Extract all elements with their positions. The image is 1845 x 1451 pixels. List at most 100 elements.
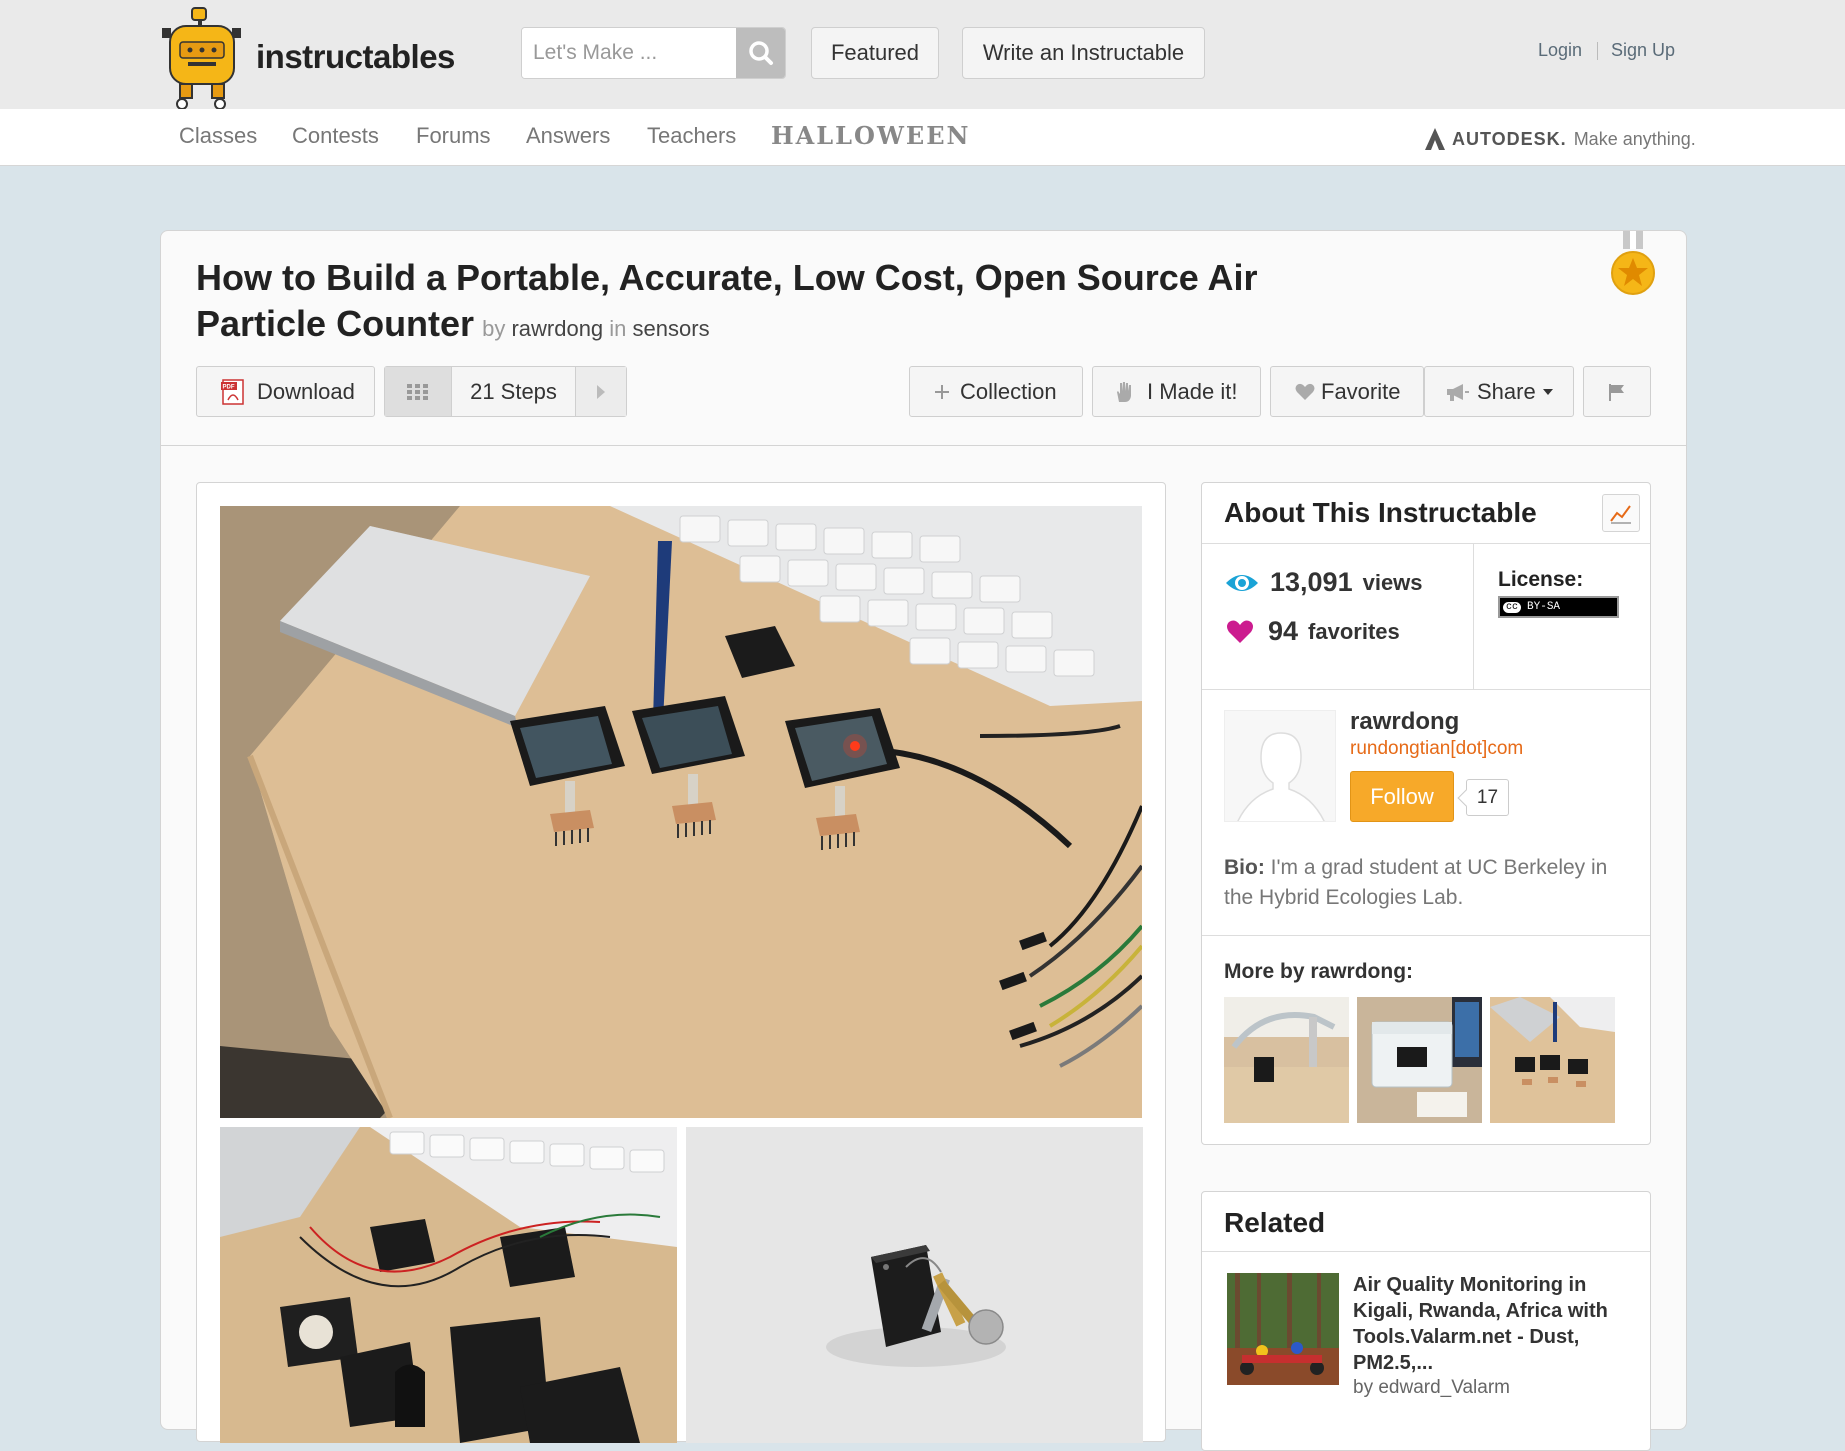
next-step-button[interactable] <box>576 367 626 416</box>
caret-down-icon <box>1542 388 1554 396</box>
steps-count-button[interactable]: 21 Steps <box>452 367 576 416</box>
license-type: BY-SA <box>1527 601 1561 613</box>
plus-icon <box>934 384 950 400</box>
about-heading: About This Instructable <box>1224 497 1537 528</box>
pdf-icon-label: PDF <box>223 384 235 390</box>
megaphone-icon <box>1445 382 1469 402</box>
search-icon <box>749 41 773 65</box>
more-thumb-2[interactable] <box>1357 997 1482 1123</box>
eye-icon <box>1226 574 1258 591</box>
favorite-button[interactable]: Favorite <box>1270 366 1424 417</box>
site-logo[interactable]: instructables <box>160 6 460 114</box>
favorite-label: Favorite <box>1321 378 1401 404</box>
in-word: in <box>609 316 627 341</box>
photo-parts[interactable] <box>220 1127 677 1443</box>
grid-icon <box>407 383 428 400</box>
favorites-label: favorites <box>1308 618 1400 644</box>
flag-button[interactable] <box>1583 366 1651 417</box>
featured-button[interactable]: Featured <box>811 27 939 79</box>
steps-grid-button[interactable] <box>385 367 452 416</box>
author-divider-top <box>1202 689 1650 690</box>
photo-device-keys[interactable] <box>686 1127 1143 1443</box>
follow-button[interactable]: Follow <box>1350 771 1454 822</box>
follower-count: 17 <box>1466 779 1509 816</box>
more-divider <box>1202 935 1650 936</box>
robot-logo-icon <box>162 7 241 110</box>
secondary-nav: Classes Contests Forums Answers Teachers… <box>0 109 1845 166</box>
nav-item-classes[interactable]: Classes <box>179 123 257 149</box>
image-gallery <box>196 482 1166 1443</box>
search-button[interactable] <box>736 28 785 78</box>
i-made-it-label: I Made it! <box>1147 378 1238 404</box>
about-panel: About This Instructable 13,091 views 94 … <box>1201 482 1651 1145</box>
views-count: 13,091 <box>1270 567 1353 597</box>
card-divider <box>161 445 1686 446</box>
related-item-author[interactable]: by edward_Valarm <box>1353 1377 1510 1399</box>
heart-icon <box>1295 383 1315 401</box>
medal-icon <box>1611 231 1655 295</box>
site-name: instructables <box>256 38 455 75</box>
related-item-title[interactable]: Air Quality Monitoring in Kigali, Rwanda… <box>1353 1272 1638 1376</box>
related-panel: Related Air Quality Monitoring in Kigali… <box>1201 1191 1651 1451</box>
related-thumb[interactable] <box>1227 1273 1339 1385</box>
article-card: How to Build a Portable, Accurate, Low C… <box>160 230 1687 1451</box>
collection-label: Collection <box>960 378 1057 404</box>
steps-navigator: 21 Steps <box>384 366 627 417</box>
more-thumb-1[interactable] <box>1224 997 1349 1123</box>
bio-label: Bio: <box>1224 856 1265 879</box>
heart-icon <box>1227 620 1253 643</box>
article-title: How to Build a Portable, Accurate, Low C… <box>196 255 1396 352</box>
pdf-icon: PDF <box>219 378 247 406</box>
author-email[interactable]: rundongtian[dot]com <box>1350 738 1523 760</box>
follower-count-value: 17 <box>1476 786 1499 808</box>
avatar[interactable] <box>1224 710 1336 822</box>
share-button[interactable]: Share <box>1424 366 1574 417</box>
download-label: Download <box>257 378 355 404</box>
nav-item-teachers[interactable]: Teachers <box>647 123 736 149</box>
article-title-text: How to Build a Portable, Accurate, Low C… <box>196 257 1258 344</box>
default-avatar-icon <box>1225 711 1335 821</box>
autodesk-brand: AUTODESK. <box>1452 128 1567 149</box>
login-link[interactable]: Login <box>1538 40 1582 61</box>
by-word: by <box>482 316 506 341</box>
favorites-count: 94 <box>1268 616 1299 646</box>
top-header: instructables Featured Write an Instruct… <box>0 0 1845 110</box>
flag-icon <box>1609 383 1624 401</box>
more-by-heading: More by rawrdong: <box>1224 960 1414 983</box>
related-heading: Related <box>1224 1207 1326 1238</box>
autodesk-logo-icon <box>1425 128 1445 150</box>
nav-item-halloween[interactable]: HALLOWEEN <box>771 121 970 150</box>
signup-link[interactable]: Sign Up <box>1611 40 1675 61</box>
search-input[interactable] <box>522 28 737 78</box>
nav-item-contests[interactable]: Contests <box>292 123 379 149</box>
autodesk-link[interactable]: AUTODESK. Make anything. <box>1424 126 1696 152</box>
download-button[interactable]: PDF Download <box>196 366 375 417</box>
article-byline: by rawrdong in sensors <box>482 316 710 341</box>
nav-item-forums[interactable]: Forums <box>416 123 491 149</box>
stats-icon <box>1610 505 1631 524</box>
autodesk-tagline: Make anything. <box>1573 128 1696 149</box>
i-made-it-button[interactable]: I Made it! <box>1092 366 1261 417</box>
views-stat: 13,091 views <box>1224 567 1423 598</box>
hand-icon <box>1113 380 1137 404</box>
about-divider <box>1202 543 1650 544</box>
write-instructable-button[interactable]: Write an Instructable <box>962 27 1205 79</box>
share-label: Share <box>1477 378 1536 404</box>
more-thumb-3[interactable] <box>1490 997 1615 1123</box>
stats-button[interactable] <box>1602 494 1640 532</box>
auth-divider <box>1597 42 1598 60</box>
author-bio: Bio: I'm a grad student at UC Berkeley i… <box>1224 853 1639 913</box>
main-photo[interactable] <box>220 506 1142 1118</box>
nav-item-answers[interactable]: Answers <box>526 123 610 149</box>
views-label: views <box>1362 569 1423 595</box>
collection-button[interactable]: Collection <box>909 366 1083 417</box>
favorites-stat: 94 favorites <box>1226 616 1400 647</box>
author-name[interactable]: rawrdong <box>1350 708 1459 736</box>
license-badge[interactable]: cc BY-SA <box>1498 596 1619 618</box>
category-link[interactable]: sensors <box>633 316 710 341</box>
cc-icon: cc <box>1503 601 1522 613</box>
chevron-right-icon <box>597 384 605 399</box>
license-label: License: <box>1498 568 1584 591</box>
author-link[interactable]: rawrdong <box>511 316 603 341</box>
bio-text: I'm a grad student at UC Berkeley in the… <box>1224 856 1608 909</box>
